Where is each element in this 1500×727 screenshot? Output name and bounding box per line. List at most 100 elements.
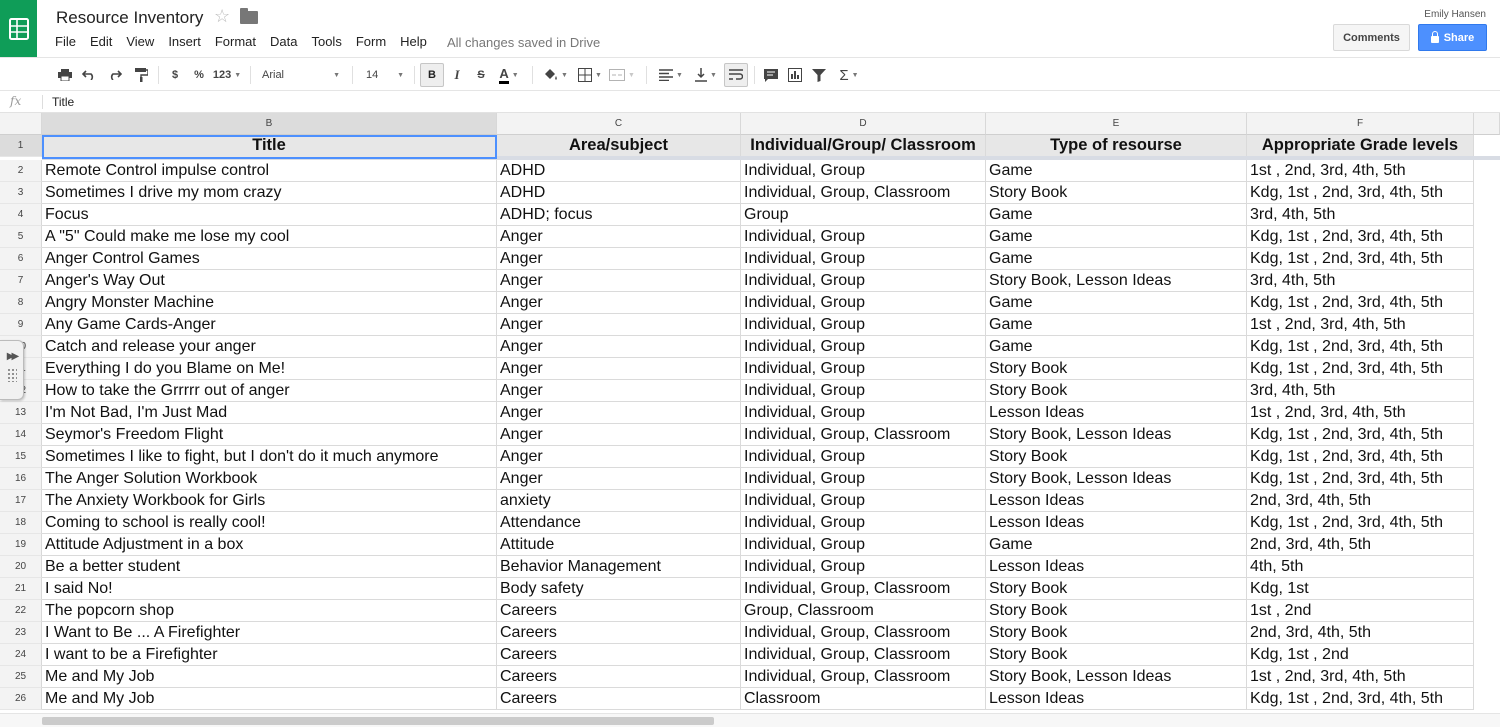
table-cell[interactable]: Story Book, Lesson Ideas — [986, 666, 1247, 688]
table-cell[interactable]: Anger — [497, 226, 741, 248]
row-header[interactable]: 9 — [0, 314, 42, 336]
table-cell[interactable]: Remote Control impulse control — [42, 160, 497, 182]
row-header[interactable]: 23 — [0, 622, 42, 644]
side-panel-tab[interactable]: ▶▶ — [0, 340, 24, 400]
menu-view[interactable]: View — [119, 34, 161, 49]
table-cell[interactable]: Individual, Group — [741, 512, 986, 534]
table-cell[interactable]: Kdg, 1st , 2nd, 3rd, 4th, 5th — [1247, 446, 1474, 468]
print-icon[interactable] — [56, 64, 74, 86]
table-cell[interactable]: Behavior Management — [497, 556, 741, 578]
table-cell[interactable]: ADHD; focus — [497, 204, 741, 226]
menu-form[interactable]: Form — [349, 34, 393, 49]
menu-data[interactable]: Data — [263, 34, 304, 49]
bold-button[interactable]: B — [420, 63, 444, 87]
row-header[interactable]: 19 — [0, 534, 42, 556]
table-cell[interactable]: Individual, Group — [741, 160, 986, 182]
table-cell[interactable]: Attendance — [497, 512, 741, 534]
table-cell[interactable]: A "5" Could make me lose my cool — [42, 226, 497, 248]
table-cell[interactable]: Anger — [497, 314, 741, 336]
functions-icon[interactable]: Σ ▼ — [834, 64, 864, 86]
table-cell[interactable]: Lesson Ideas — [986, 512, 1247, 534]
row-header[interactable]: 26 — [0, 688, 42, 710]
folder-icon[interactable] — [240, 8, 258, 24]
table-cell[interactable]: Kdg, 1st , 2nd, 3rd, 4th, 5th — [1247, 424, 1474, 446]
table-cell[interactable]: Lesson Ideas — [986, 490, 1247, 512]
share-button[interactable]: Share — [1418, 24, 1487, 51]
filter-icon[interactable] — [810, 64, 828, 86]
borders-icon[interactable]: ▼ — [576, 64, 604, 86]
table-cell[interactable]: Group, Classroom — [741, 600, 986, 622]
table-cell[interactable]: Game — [986, 248, 1247, 270]
table-cell[interactable]: 3rd, 4th, 5th — [1247, 380, 1474, 402]
font-size-select[interactable]: 14 ▼ — [362, 64, 408, 86]
percent-format-button[interactable]: % — [192, 64, 206, 86]
row-header[interactable]: 1 — [0, 135, 42, 157]
table-cell[interactable]: Individual, Group, Classroom — [741, 666, 986, 688]
row-header[interactable]: 21 — [0, 578, 42, 600]
star-icon[interactable]: ☆ — [214, 6, 230, 27]
table-cell[interactable]: I said No! — [42, 578, 497, 600]
table-cell[interactable]: Anger — [497, 446, 741, 468]
table-cell[interactable]: Anger — [497, 270, 741, 292]
table-cell[interactable]: Individual, Group — [741, 292, 986, 314]
table-cell[interactable]: Angry Monster Machine — [42, 292, 497, 314]
table-cell[interactable]: Any Game Cards-Anger — [42, 314, 497, 336]
table-cell[interactable]: Kdg, 1st , 2nd, 3rd, 4th, 5th — [1247, 182, 1474, 204]
table-cell[interactable]: Story Book — [986, 358, 1247, 380]
table-cell[interactable]: anxiety — [497, 490, 741, 512]
merge-cells-icon[interactable]: ▼ — [608, 64, 636, 86]
table-cell[interactable]: Individual, Group, Classroom — [741, 622, 986, 644]
table-cell[interactable]: Story Book — [986, 622, 1247, 644]
user-name[interactable]: Emily Hansen — [1424, 9, 1486, 20]
table-cell[interactable]: Story Book — [986, 644, 1247, 666]
table-cell[interactable]: Anger — [497, 402, 741, 424]
table-cell[interactable]: Anger — [497, 358, 741, 380]
column-header-d[interactable]: D — [741, 113, 986, 135]
table-cell[interactable]: Attitude — [497, 534, 741, 556]
table-cell[interactable]: Individual, Group, Classroom — [741, 424, 986, 446]
table-cell[interactable]: Anger — [497, 248, 741, 270]
table-cell[interactable]: 1st , 2nd — [1247, 600, 1474, 622]
table-cell[interactable]: Kdg, 1st , 2nd — [1247, 644, 1474, 666]
table-cell[interactable]: 2nd, 3rd, 4th, 5th — [1247, 622, 1474, 644]
table-cell[interactable]: Anger — [497, 380, 741, 402]
table-cell[interactable]: 1st , 2nd, 3rd, 4th, 5th — [1247, 314, 1474, 336]
table-cell[interactable]: Kdg, 1st , 2nd, 3rd, 4th, 5th — [1247, 336, 1474, 358]
table-cell[interactable]: Careers — [497, 644, 741, 666]
table-cell[interactable]: Story Book, Lesson Ideas — [986, 468, 1247, 490]
table-cell[interactable]: Game — [986, 204, 1247, 226]
table-cell[interactable]: Careers — [497, 600, 741, 622]
header-cell[interactable]: Title — [42, 135, 497, 159]
table-cell[interactable]: I Want to Be ... A Firefighter — [42, 622, 497, 644]
table-cell[interactable]: Individual, Group — [741, 358, 986, 380]
table-cell[interactable]: Individual, Group — [741, 534, 986, 556]
table-cell[interactable]: Body safety — [497, 578, 741, 600]
redo-icon[interactable] — [106, 64, 124, 86]
table-cell[interactable]: Anger's Way Out — [42, 270, 497, 292]
table-cell[interactable]: Story Book — [986, 446, 1247, 468]
row-header[interactable]: 2 — [0, 160, 42, 182]
table-cell[interactable]: Anger — [497, 468, 741, 490]
table-cell[interactable]: Careers — [497, 622, 741, 644]
table-cell[interactable]: Anger Control Games — [42, 248, 497, 270]
table-cell[interactable]: Classroom — [741, 688, 986, 710]
table-cell[interactable]: ADHD — [497, 160, 741, 182]
column-header-b[interactable]: B — [42, 113, 497, 135]
row-header[interactable]: 14 — [0, 424, 42, 446]
table-cell[interactable]: Lesson Ideas — [986, 556, 1247, 578]
insert-chart-icon[interactable] — [786, 64, 804, 86]
table-cell[interactable]: Careers — [497, 688, 741, 710]
table-cell[interactable]: The Anxiety Workbook for Girls — [42, 490, 497, 512]
sheets-logo-icon[interactable] — [0, 0, 37, 57]
table-cell[interactable]: 2nd, 3rd, 4th, 5th — [1247, 490, 1474, 512]
table-cell[interactable]: 1st , 2nd, 3rd, 4th, 5th — [1247, 402, 1474, 424]
row-header[interactable]: 24 — [0, 644, 42, 666]
comments-button[interactable]: Comments — [1333, 24, 1410, 51]
table-cell[interactable]: Sometimes I drive my mom crazy — [42, 182, 497, 204]
horizontal-scrollbar[interactable] — [0, 713, 1500, 727]
table-cell[interactable]: Lesson Ideas — [986, 688, 1247, 710]
align-vertical-icon[interactable]: ▼ — [692, 64, 720, 86]
table-cell[interactable]: Individual, Group, Classroom — [741, 644, 986, 666]
table-cell[interactable]: 1st , 2nd, 3rd, 4th, 5th — [1247, 160, 1474, 182]
table-cell[interactable]: Game — [986, 534, 1247, 556]
